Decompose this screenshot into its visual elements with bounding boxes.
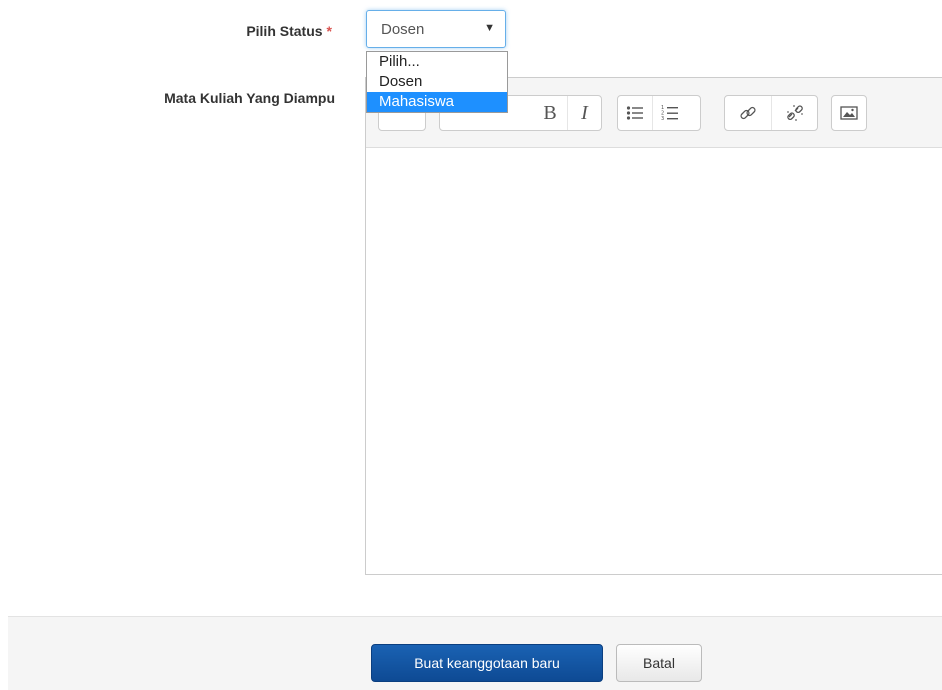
link-button[interactable] <box>725 96 771 130</box>
dropdown-option-dosen[interactable]: Dosen <box>367 72 507 92</box>
editor-content-area[interactable] <box>366 148 942 574</box>
toolbar-group-lists: 1 2 3 <box>617 95 701 131</box>
dropdown-option-mahasiswa[interactable]: Mahasiswa <box>367 92 507 112</box>
rich-text-editor: B I 1 2 3 <box>365 77 942 575</box>
matkul-label: Mata Kuliah Yang Diampu <box>164 90 335 106</box>
page: Pilih Status * Dosen ▼ Mata Kuliah Yang D… <box>0 0 942 690</box>
cancel-button[interactable]: Batal <box>616 644 702 682</box>
status-label-text: Pilih Status <box>246 23 323 39</box>
status-select[interactable]: Dosen ▼ <box>366 10 506 48</box>
status-dropdown-list: Pilih... Dosen Mahasiswa <box>366 51 508 113</box>
unlink-icon <box>786 105 803 121</box>
toolbar-group-links <box>724 95 818 131</box>
image-icon <box>840 106 858 120</box>
form-footer: Buat keanggotaan baru Batal <box>8 616 942 690</box>
status-label: Pilih Status * <box>246 23 332 39</box>
toolbar-group-media <box>831 95 867 131</box>
status-select-value: Dosen <box>381 21 425 38</box>
bullet-list-icon <box>626 106 643 120</box>
numbered-list-icon: 1 2 3 <box>661 105 678 122</box>
svg-text:3: 3 <box>661 116 664 122</box>
link-icon <box>740 106 756 120</box>
required-mark: * <box>326 23 332 39</box>
bullet-list-button[interactable] <box>618 96 652 130</box>
submit-button[interactable]: Buat keanggotaan baru <box>371 644 603 682</box>
italic-button[interactable]: I <box>567 96 601 130</box>
image-button[interactable] <box>832 96 866 130</box>
unlink-button[interactable] <box>771 96 817 130</box>
bold-button[interactable]: B <box>533 96 567 130</box>
numbered-list-button[interactable]: 1 2 3 <box>652 96 686 130</box>
chevron-down-icon: ▼ <box>484 22 495 34</box>
dropdown-option-pilih[interactable]: Pilih... <box>367 52 507 72</box>
